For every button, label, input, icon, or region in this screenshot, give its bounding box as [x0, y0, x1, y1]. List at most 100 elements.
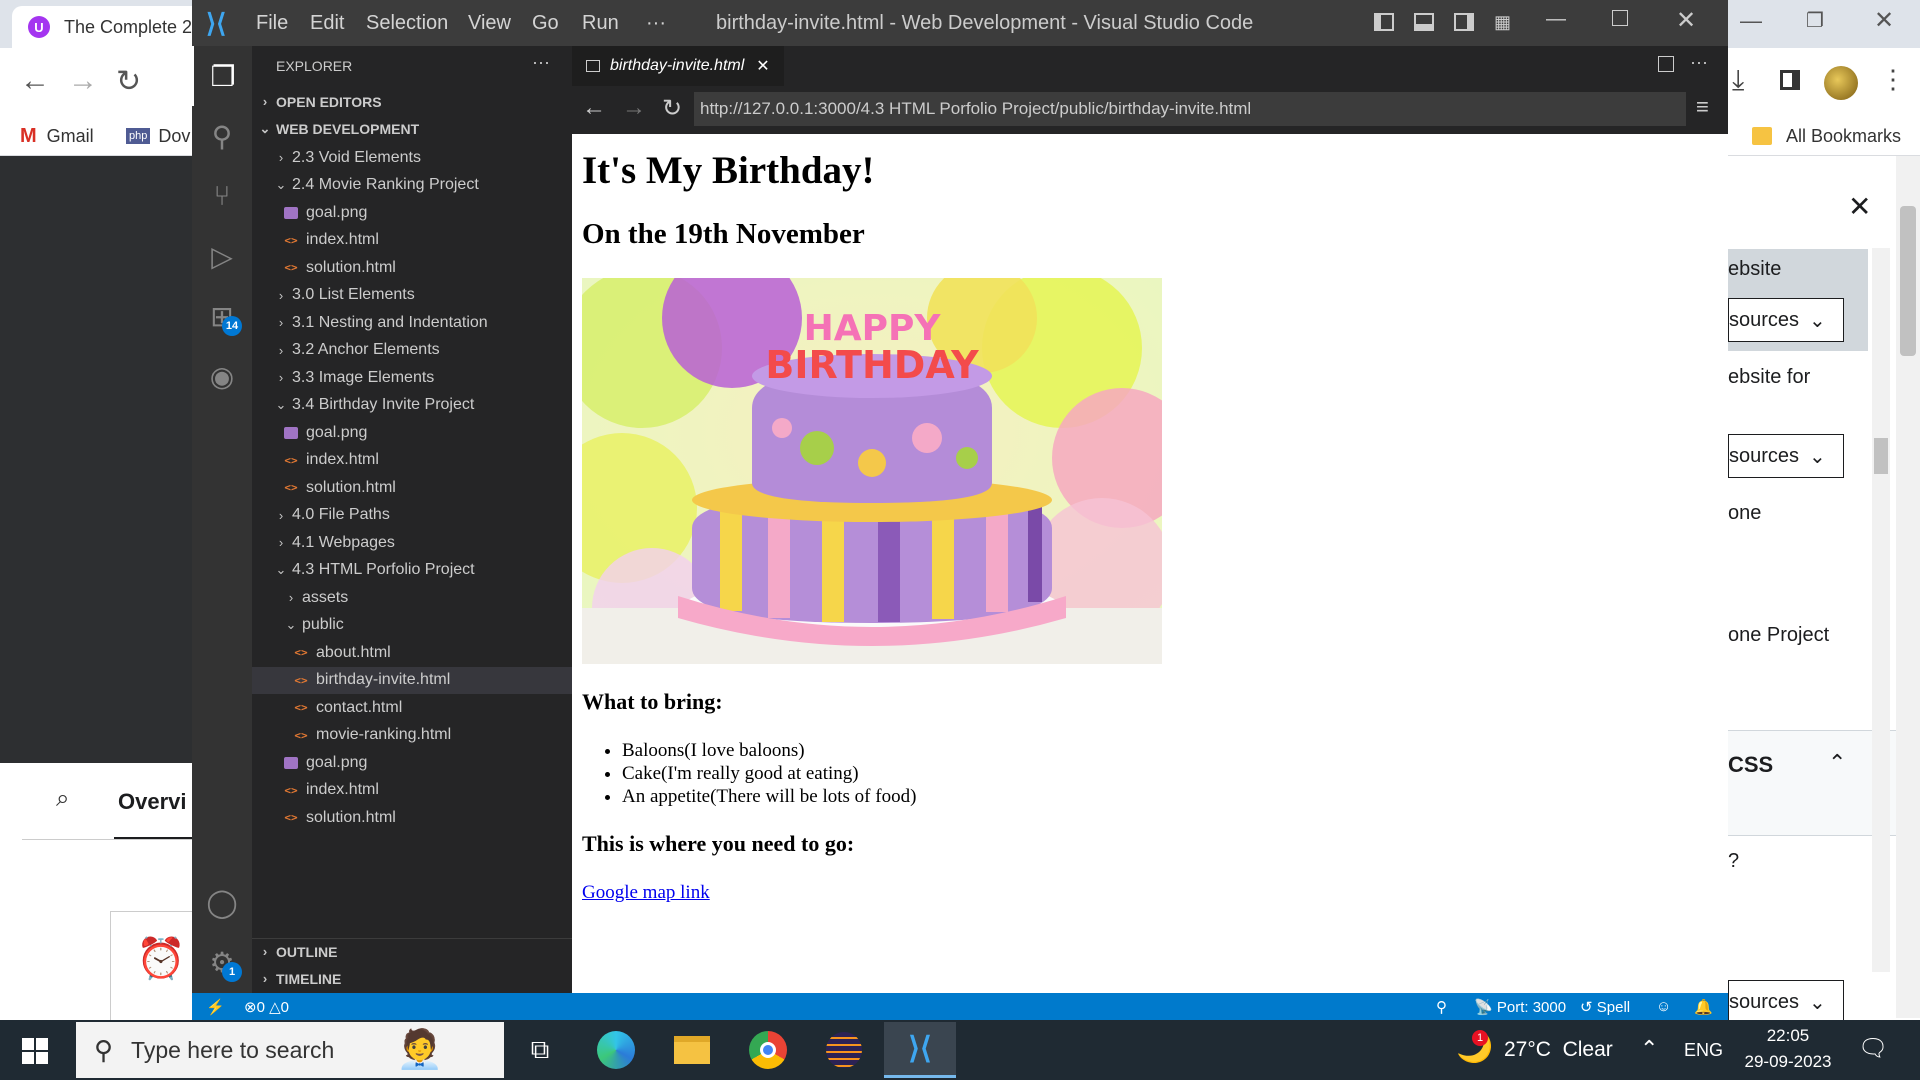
- lecture-title[interactable]: ebsite: [1728, 258, 1781, 281]
- tree-folder[interactable]: › 4.1 Webpages: [252, 529, 572, 556]
- tree-folder[interactable]: › 4.0 File Paths: [252, 502, 572, 529]
- bookmark-php[interactable]: php Dov: [126, 116, 190, 156]
- tree-file[interactable]: goal.png: [252, 199, 572, 226]
- tree-folder[interactable]: ⌄ 4.3 HTML Porfolio Project: [252, 557, 572, 584]
- remote-icon[interactable]: ⚡: [206, 998, 225, 1016]
- panel-scrollbar[interactable]: [1872, 248, 1890, 972]
- tree-file[interactable]: <> index.html: [252, 227, 572, 254]
- tree-folder[interactable]: › assets: [252, 584, 572, 611]
- language-indicator[interactable]: ENG: [1684, 1040, 1723, 1061]
- tree-file[interactable]: goal.png: [252, 419, 572, 446]
- chrome-forward-icon[interactable]: →: [68, 64, 98, 98]
- workspace-header[interactable]: ⌄ WEB DEVELOPMENT: [252, 115, 572, 142]
- profile-avatar[interactable]: [1824, 66, 1858, 100]
- editor-tab-birthday-invite[interactable]: birthday-invite.html ✕: [572, 46, 784, 86]
- tree-file[interactable]: <> movie-ranking.html: [252, 722, 572, 749]
- tree-file[interactable]: <> index.html: [252, 777, 572, 804]
- menu-more[interactable]: ···: [646, 12, 666, 35]
- eclipse-icon[interactable]: [808, 1022, 880, 1078]
- preview-back-icon[interactable]: ←: [582, 94, 606, 122]
- chrome-close-icon[interactable]: ✕: [1874, 6, 1894, 35]
- menu-file[interactable]: File: [256, 12, 288, 35]
- tree-folder[interactable]: ⌄ public: [252, 612, 572, 639]
- windows-start-icon[interactable]: [22, 1038, 48, 1064]
- minimize-icon[interactable]: —: [1546, 8, 1566, 31]
- spell-check[interactable]: ↺ Spell: [1580, 998, 1630, 1016]
- page-scroll-thumb[interactable]: [1900, 206, 1916, 356]
- preview-url-input[interactable]: http://127.0.0.1:3000/4.3 HTML Porfolio …: [694, 92, 1686, 126]
- explorer-more-icon[interactable]: ···: [532, 52, 550, 73]
- notifications-bell-icon[interactable]: 🔔: [1694, 998, 1713, 1016]
- page-scrollbar[interactable]: [1896, 156, 1920, 1018]
- search-icon[interactable]: ⌕: [56, 785, 69, 813]
- tree-file[interactable]: <> contact.html: [252, 694, 572, 721]
- bookmark-gmail[interactable]: M Gmail: [20, 116, 94, 156]
- open-editors-header[interactable]: › OPEN EDITORS: [252, 88, 572, 115]
- chevron-up-icon[interactable]: ⌃: [1828, 750, 1846, 776]
- chrome-minimize-icon[interactable]: —: [1740, 8, 1762, 34]
- extensions-icon[interactable]: ⊞: [192, 286, 252, 346]
- taskbar-search[interactable]: ⚲ Type here to search 🧑‍💼: [76, 1022, 504, 1078]
- chrome-restore-icon[interactable]: ❐: [1806, 8, 1824, 33]
- tab-overview[interactable]: Overvi: [118, 789, 187, 815]
- split-editor-icon[interactable]: [1658, 56, 1674, 72]
- chrome-download-icon[interactable]: ⤓: [1732, 64, 1744, 97]
- tree-file[interactable]: <> solution.html: [252, 474, 572, 501]
- menu-selection[interactable]: Selection: [366, 12, 448, 35]
- settings-gear-icon[interactable]: ⚙: [192, 932, 252, 992]
- tree-file[interactable]: <> solution.html: [252, 254, 572, 281]
- notification-center-icon[interactable]: 🗨: [1858, 1034, 1888, 1063]
- toggle-secondary-sidebar-icon[interactable]: [1454, 13, 1474, 31]
- tree-folder[interactable]: › 3.2 Anchor Elements: [252, 337, 572, 364]
- close-window-icon[interactable]: ✕: [1676, 6, 1696, 35]
- tree-folder[interactable]: › 3.1 Nesting and Indentation: [252, 309, 572, 336]
- preview-menu-icon[interactable]: ≡: [1696, 94, 1709, 120]
- accounts-icon[interactable]: ◯: [192, 872, 252, 932]
- weather-text[interactable]: 27°C Clear: [1504, 1038, 1613, 1062]
- problems-indicator[interactable]: ⊗0 △0: [244, 998, 289, 1016]
- customize-layout-icon[interactable]: ▦: [1494, 12, 1511, 33]
- explorer-icon[interactable]: ❐: [192, 46, 252, 106]
- live-server-port[interactable]: 📡 Port: 3000: [1474, 998, 1566, 1016]
- tree-file[interactable]: <> about.html: [252, 639, 572, 666]
- editor-more-icon[interactable]: ···: [1690, 52, 1708, 73]
- github-icon[interactable]: ◉: [192, 346, 252, 406]
- clock-date[interactable]: 29-09-2023: [1730, 1052, 1846, 1072]
- toggle-primary-sidebar-icon[interactable]: [1374, 13, 1394, 31]
- edge-icon[interactable]: [580, 1022, 652, 1078]
- tree-file[interactable]: goal.png: [252, 749, 572, 776]
- chrome-tab[interactable]: U The Complete 2: [12, 6, 202, 48]
- preview-reload-icon[interactable]: ↻: [662, 94, 682, 123]
- resources-button[interactable]: sources ⌄: [1728, 434, 1844, 478]
- file-explorer-icon[interactable]: [656, 1022, 728, 1078]
- google-map-link[interactable]: Google map link: [582, 882, 710, 904]
- lecture-title[interactable]: ebsite for: [1728, 366, 1810, 389]
- tree-folder[interactable]: › 3.3 Image Elements: [252, 364, 572, 391]
- preview-forward-icon[interactable]: →: [622, 94, 646, 122]
- tree-folder[interactable]: › 2.3 Void Elements: [252, 144, 572, 171]
- tree-folder[interactable]: ⌄ 2.4 Movie Ranking Project: [252, 172, 572, 199]
- menu-go[interactable]: Go: [532, 12, 559, 35]
- close-tab-icon[interactable]: ✕: [756, 56, 769, 76]
- vscode-taskbar-icon[interactable]: ⟩⟨: [884, 1022, 956, 1078]
- outline-header[interactable]: › OUTLINE: [252, 938, 572, 965]
- chrome-back-icon[interactable]: ←: [20, 64, 50, 98]
- clock-time[interactable]: 22:05: [1738, 1026, 1838, 1046]
- menu-edit[interactable]: Edit: [310, 12, 344, 35]
- feedback-icon[interactable]: ☺: [1656, 998, 1671, 1015]
- tree-file[interactable]: <> birthday-invite.html: [252, 666, 572, 694]
- lecture-title[interactable]: one Project: [1728, 624, 1829, 647]
- menu-view[interactable]: View: [468, 12, 511, 35]
- resources-button[interactable]: sources ⌄: [1728, 980, 1844, 1024]
- lecture-title[interactable]: ?: [1728, 850, 1739, 873]
- maximize-icon[interactable]: [1612, 10, 1628, 26]
- task-view-icon[interactable]: ⧉: [504, 1022, 576, 1078]
- tree-folder[interactable]: ⌄ 3.4 Birthday Invite Project: [252, 392, 572, 419]
- chevron-up-icon[interactable]: ⌃: [1640, 1036, 1658, 1062]
- search-icon[interactable]: ⚲: [192, 106, 252, 166]
- chrome-icon[interactable]: [732, 1022, 804, 1078]
- run-debug-icon[interactable]: ▷: [192, 226, 252, 286]
- all-bookmarks[interactable]: All Bookmarks: [1752, 116, 1901, 156]
- chrome-menu-icon[interactable]: ⋮: [1880, 64, 1906, 95]
- chrome-reload-icon[interactable]: ↻: [116, 64, 141, 99]
